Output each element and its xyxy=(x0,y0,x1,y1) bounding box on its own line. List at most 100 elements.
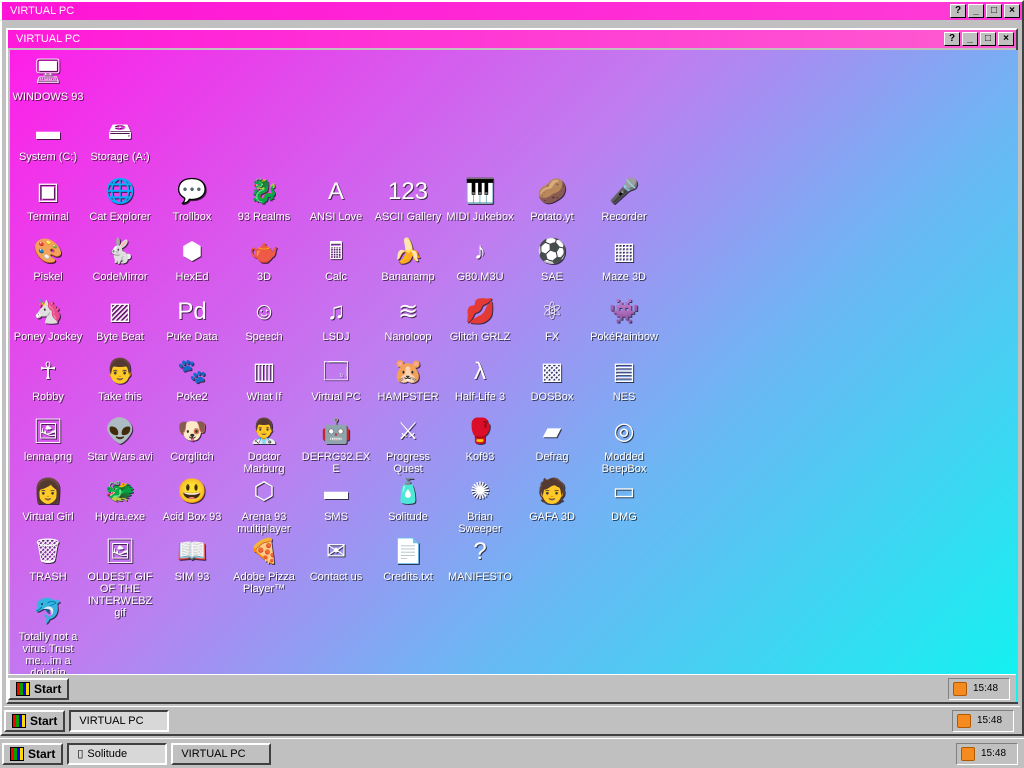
outer-task-virtual-pc[interactable]: VIRTUAL PC xyxy=(69,709,170,732)
task-virtual-pc[interactable]: VIRTUAL PC xyxy=(171,742,272,765)
desktop-icon[interactable]: λ Half-Life 3 xyxy=(444,356,516,403)
inner-close-button[interactable]: × xyxy=(998,32,1014,46)
desktop-icon[interactable]: ≋ Nanoloop xyxy=(372,296,444,343)
rss-icon[interactable] xyxy=(961,746,975,761)
desktop-icon[interactable]: ▬ System (C:) xyxy=(12,116,84,163)
rss-icon[interactable] xyxy=(953,681,967,696)
outer-window-titlebar[interactable]: VIRTUAL PC ? _ □ × xyxy=(2,2,1022,20)
desktop-icon[interactable]: 🖼 lenna.png xyxy=(12,416,84,463)
desktop-icon[interactable]: ♫ LSDJ xyxy=(300,296,372,343)
desktop-icon[interactable]: 👽 Star Wars.avi xyxy=(84,416,156,463)
inner-start-button[interactable]: Start xyxy=(8,677,70,700)
desktop-icon[interactable]: 🗑 TRASH xyxy=(12,536,84,583)
desktop-icon[interactable]: 🦄 Poney Jockey xyxy=(12,296,84,343)
desktop-icon-label: GAFA 3D xyxy=(529,511,575,523)
desktop-icon[interactable]: ⚽ SAE xyxy=(516,236,588,283)
inner-window-titlebar[interactable]: VIRTUAL PC ? _ □ × xyxy=(8,30,1016,48)
inner-help-button[interactable]: ? xyxy=(944,32,960,46)
desktop-icon[interactable]: 🍕 Adobe Pizza Player™ xyxy=(228,536,300,595)
desktop-icon[interactable]: 📄 Credits.txt xyxy=(372,536,444,583)
inner-minimize-button[interactable]: _ xyxy=(962,32,978,46)
desktop-icon[interactable]: ✉ Contact us xyxy=(300,536,372,583)
desktop-icon[interactable]: 💋 Glitch GRLZ xyxy=(444,296,516,343)
desktop-icon[interactable]: 📖 SIM 93 xyxy=(156,536,228,583)
desktop-icon[interactable]: 👩 Virtual Girl xyxy=(12,476,84,523)
desktop-icon[interactable]: ▬ SMS xyxy=(300,476,372,523)
inner-taskbar: Start 15:48 xyxy=(8,674,1016,702)
desktop-icon[interactable]: 🐾 Poke2 xyxy=(156,356,228,403)
desktop-icon[interactable]: ⚛ FX xyxy=(516,296,588,343)
desktop-area[interactable]: 🖥 WINDOWS 93 ▬ System (C:) 🖴 Storage (A:) ▣ Ter… xyxy=(10,50,1018,702)
desktop-icon[interactable]: ▦ Maze 3D xyxy=(588,236,660,283)
desktop-icon[interactable]: ⚔ Progress Quest xyxy=(372,416,444,475)
desktop-icon[interactable]: 🌐 Cat Explorer xyxy=(84,176,156,223)
desktop-icon[interactable]: 🥔 Potato.yt xyxy=(516,176,588,223)
desktop-icon-label: NES xyxy=(612,391,636,403)
desktop-icon[interactable]: ▣ Terminal xyxy=(12,176,84,223)
desktop-icon[interactable]: 👨‍⚕ Doctor Marburg xyxy=(228,416,300,475)
desktop-icon[interactable]: 🖩 Calc xyxy=(300,236,372,283)
desktop-icon[interactable]: 🫖 3D xyxy=(228,236,300,283)
swords-icon: ⚔ xyxy=(397,418,419,445)
outer-maximize-button[interactable]: □ xyxy=(986,4,1002,18)
desktop-icon-label: WINDOWS 93 xyxy=(12,91,84,103)
desktop-icon[interactable]: 🎹 MIDI Jukebox xyxy=(444,176,516,223)
desktop-icon[interactable]: ◎ Modded BeepBox xyxy=(588,416,660,475)
desktop-icon[interactable]: ♪ G80.M3U xyxy=(444,236,516,283)
desktop-icon[interactable]: 🥊 Kof93 xyxy=(444,416,516,463)
desktop-icon[interactable]: A ANSI Love xyxy=(300,176,372,223)
desktop-icon[interactable]: ▩ DOSBox xyxy=(516,356,588,403)
pokerainbow-icon: 👾 xyxy=(609,298,639,325)
desktop-icon[interactable]: ⬡ Arena 93 multiplayer xyxy=(228,476,300,535)
desktop-icon[interactable]: ▭ DMG xyxy=(588,476,660,523)
desktop-icon[interactable]: 🐉 93 Realms xyxy=(228,176,300,223)
outer-help-button[interactable]: ? xyxy=(950,4,966,18)
desktop-icon[interactable]: 🖴 Storage (A:) xyxy=(84,116,156,163)
task-solitude[interactable]: ▯ Solitude xyxy=(67,742,168,765)
ascii-icon: 123 xyxy=(387,178,429,205)
main-start-button[interactable]: Start xyxy=(2,742,64,765)
desktop-icon[interactable]: ✺ Brian Sweeper xyxy=(444,476,516,535)
outer-minimize-button[interactable]: _ xyxy=(968,4,984,18)
desktop-icon[interactable]: Pd Puke Data xyxy=(156,296,228,343)
desktop-icon[interactable]: 🖥 WINDOWS 93 xyxy=(12,56,84,103)
desktop-icon[interactable]: ▤ NES xyxy=(588,356,660,403)
desktop-icon[interactable]: 🐬 Totally not a virus.Trust me...im a dol… xyxy=(12,596,84,679)
desktop-icon[interactable]: 🎨 Piskel xyxy=(12,236,84,283)
desktop-icon[interactable]: 👾 PokéRainbow xyxy=(588,296,660,343)
outer-close-button[interactable]: × xyxy=(1004,4,1020,18)
desktop-icon[interactable]: ▥ What If xyxy=(228,356,300,403)
windows-logo-icon xyxy=(12,713,26,728)
desktop-icon[interactable]: 🖼 OLDEST GIF OF THE INTERWEBZ gif xyxy=(84,536,156,619)
desktop-icon[interactable]: 😃 Acid Box 93 xyxy=(156,476,228,523)
desktop-icon[interactable]: 🎤 Recorder xyxy=(588,176,660,223)
gameboy-icon: ▭ xyxy=(612,478,636,505)
desktop-icon[interactable]: 123 ASCII Gallery xyxy=(372,176,444,223)
inner-maximize-button[interactable]: □ xyxy=(980,32,996,46)
desktop-icon-label: Acid Box 93 xyxy=(162,511,222,523)
desktop-icon[interactable]: ▰ Defrag xyxy=(516,416,588,463)
pizza-icon: 🍕 xyxy=(249,538,279,565)
desktop-icon[interactable]: 🧴 Solitude xyxy=(372,476,444,523)
desktop-icon[interactable]: 🗔 Virtual PC xyxy=(300,356,372,403)
rss-icon[interactable] xyxy=(957,713,971,728)
desktop-icon[interactable]: 🤖 DEFRG32.EXE xyxy=(300,416,372,475)
desktop-icon[interactable]: 🐹 HAMPSTER xyxy=(372,356,444,403)
desktop-icon[interactable]: ☥ Robby xyxy=(12,356,84,403)
desktop-icon[interactable]: 🐶 Corglitch xyxy=(156,416,228,463)
desktop-icon-label: FX xyxy=(544,331,560,343)
desktop-icon[interactable]: ▨ Byte Beat xyxy=(84,296,156,343)
desktop-icon-label: Corglitch xyxy=(170,451,214,463)
desktop-icon[interactable]: 💬 Trollbox xyxy=(156,176,228,223)
desktop-icon[interactable]: 🐲 Hydra.exe xyxy=(84,476,156,523)
desktop-icon[interactable]: 🐇 CodeMirror xyxy=(84,236,156,283)
desktop-icon[interactable]: ? MANIFESTO xyxy=(444,536,516,583)
desktop-icon[interactable]: ⬢ HexEd xyxy=(156,236,228,283)
desktop-icon[interactable]: 👨 Take this xyxy=(84,356,156,403)
desktop-icon-label: SIM 93 xyxy=(174,571,210,583)
bottle-icon: 🧴 xyxy=(393,478,423,505)
desktop-icon[interactable]: 🧑 GAFA 3D xyxy=(516,476,588,523)
desktop-icon[interactable]: ☺ Speech xyxy=(228,296,300,343)
outer-start-button[interactable]: Start xyxy=(4,709,66,732)
desktop-icon[interactable]: 🍌 Bananamp xyxy=(372,236,444,283)
